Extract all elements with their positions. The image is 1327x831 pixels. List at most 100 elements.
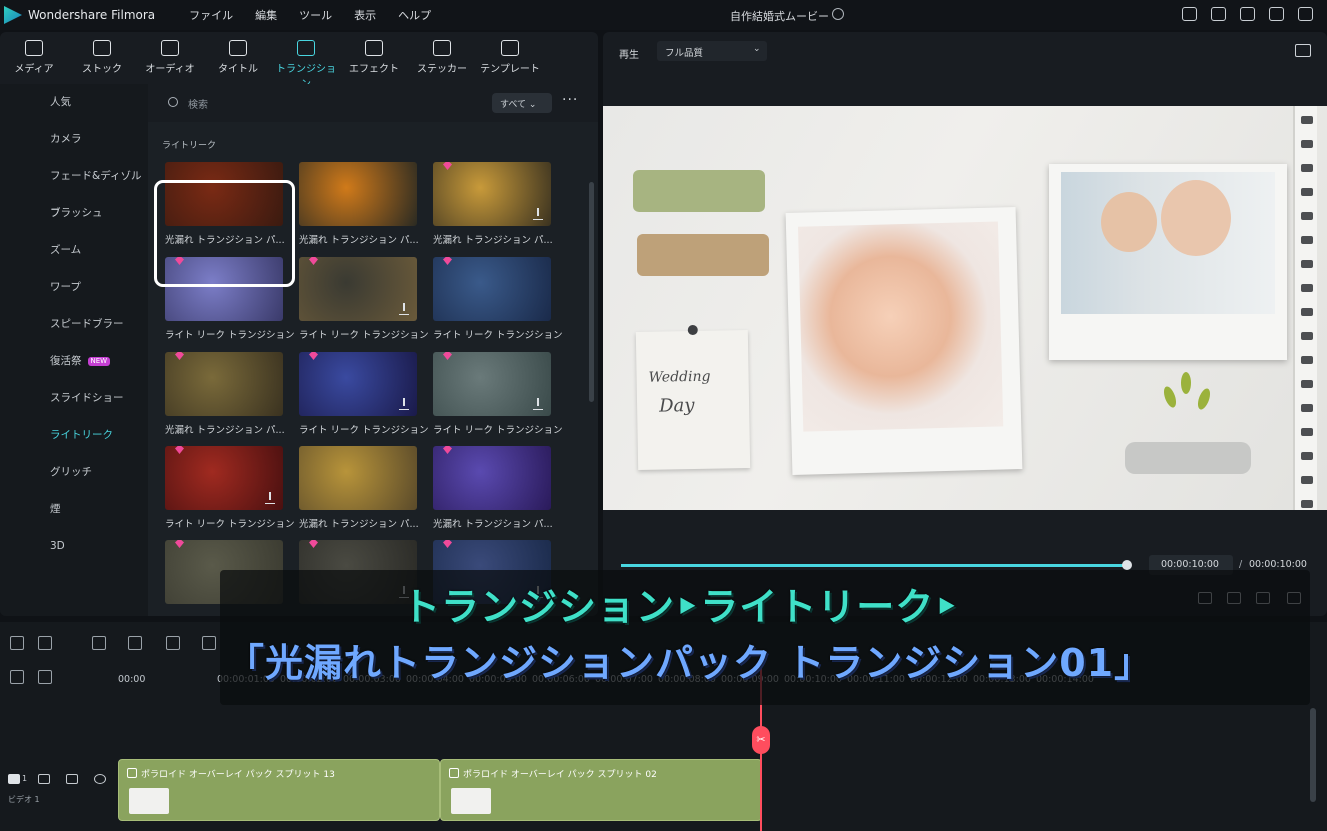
save-icon[interactable] <box>1211 7 1226 21</box>
filmora-logo-icon <box>4 6 22 24</box>
library-scrollbar[interactable] <box>589 182 594 402</box>
audio-icon[interactable] <box>66 774 78 784</box>
selected-thumbnail-highlight <box>154 180 295 287</box>
text-icon <box>229 40 247 56</box>
tag-text-wedding: Wedding <box>648 368 711 386</box>
media-icon <box>25 40 43 56</box>
tab-sticker[interactable]: ステッカー <box>408 32 476 84</box>
transition-thumbnail[interactable] <box>299 446 417 510</box>
transition-thumbnail[interactable] <box>433 257 551 321</box>
category-item[interactable]: フェード&ディゾルブ <box>0 158 148 219</box>
layout-grid-icon[interactable] <box>10 636 24 650</box>
tab-stock[interactable]: ストック <box>68 32 136 84</box>
split-scissors-icon[interactable]: ✂ <box>752 726 770 754</box>
tab-effect[interactable]: エフェクト <box>340 32 408 84</box>
undo-icon[interactable] <box>92 636 106 650</box>
snapshot-icon[interactable] <box>1295 44 1311 57</box>
thumbnail-label: 光漏れ トランジション パ... <box>165 425 285 436</box>
download-icon[interactable] <box>265 492 275 504</box>
category-item[interactable]: フラッシュ <box>0 195 148 232</box>
add-track-icon[interactable] <box>10 670 24 684</box>
transition-thumbnail[interactable] <box>299 162 417 226</box>
menu-help[interactable]: ヘルプ <box>398 7 431 23</box>
link-icon[interactable] <box>38 670 52 684</box>
template-icon <box>501 40 519 56</box>
redo-icon[interactable] <box>128 636 142 650</box>
plant-leaf <box>1195 386 1213 412</box>
category-item[interactable]: スライドショー <box>0 380 148 417</box>
clip-type-icon <box>127 768 137 778</box>
category-item[interactable]: 人気 <box>0 84 148 121</box>
category-item[interactable]: 3D <box>0 528 148 565</box>
premium-gem-icon <box>175 540 184 548</box>
sticker-icon <box>433 40 451 56</box>
premium-gem-icon <box>175 446 184 454</box>
library-panel: メディア ストック オーディオ タイトル トランジション エフェクト ステッカー… <box>0 32 598 616</box>
search-input[interactable]: 検索 <box>188 96 208 111</box>
video-track-header: 1 ビデオ 1 <box>0 752 116 822</box>
family-polaroid <box>1049 164 1287 360</box>
clip-title: ポラロイド オーバーレイ パック スプリット 02 <box>463 770 657 780</box>
menu-file[interactable]: ファイル <box>189 7 233 23</box>
headset-icon[interactable] <box>1269 7 1284 21</box>
eye-icon[interactable] <box>94 774 106 784</box>
transition-thumbnail[interactable] <box>299 257 417 321</box>
child-figure <box>1101 192 1157 252</box>
tab-audio[interactable]: オーディオ <box>136 32 204 84</box>
menu-view[interactable]: 表示 <box>354 7 376 23</box>
category-item[interactable]: スピードブラー <box>0 306 148 343</box>
timeline-scrollbar[interactable] <box>1310 708 1316 802</box>
playback-knob[interactable] <box>1122 560 1132 570</box>
timeline-clip[interactable]: ポラロイド オーバーレイ パック スプリット 13 <box>118 759 440 821</box>
transition-thumbnail[interactable] <box>433 446 551 510</box>
transition-thumbnail[interactable] <box>433 352 551 416</box>
download-icon[interactable] <box>533 208 543 220</box>
quality-dropdown[interactable]: フル品質 <box>657 41 767 61</box>
grid-icon[interactable] <box>1298 7 1313 21</box>
transition-thumbnail[interactable] <box>165 446 283 510</box>
category-item[interactable]: 煙 <box>0 491 148 528</box>
media-tabs: メディア ストック オーディオ タイトル トランジション エフェクト ステッカー… <box>0 32 598 90</box>
menu-tools[interactable]: ツール <box>299 7 332 23</box>
transition-thumbnail[interactable] <box>299 352 417 416</box>
premium-gem-icon <box>443 446 452 454</box>
thumbnail-label: ライト リーク トランジション... <box>433 425 563 436</box>
transition-thumbnail[interactable] <box>165 352 283 416</box>
more-options-icon[interactable]: ··· <box>562 92 578 108</box>
category-item[interactable]: 復活祭 NEW <box>0 343 148 380</box>
transition-icon <box>297 40 315 56</box>
clip-title: ポラロイド オーバーレイ パック スプリット 13 <box>141 770 335 780</box>
category-item[interactable]: ズーム <box>0 232 148 269</box>
select-tool-icon[interactable] <box>38 636 52 650</box>
film-strip <box>1293 106 1317 510</box>
menu-edit[interactable]: 編集 <box>255 7 277 23</box>
playback-progress-bar[interactable] <box>621 564 1126 567</box>
thumbnail-label: ライト リーク トランジション... <box>299 425 429 436</box>
folder-icon[interactable] <box>38 774 50 784</box>
layout-icon[interactable] <box>1182 7 1197 21</box>
premium-gem-icon <box>175 352 184 360</box>
sparkle-icon <box>365 40 383 56</box>
caption-line-2: 「光漏れトランジションパック トランジション01」 <box>226 641 1154 685</box>
tab-media[interactable]: メディア <box>0 32 68 84</box>
thumbnail-label: ライト リーク トランジション... <box>299 330 429 341</box>
timeline-clip[interactable]: ポラロイド オーバーレイ パック スプリット 02 <box>440 759 762 821</box>
category-item-active[interactable]: ライトリーク <box>0 417 148 454</box>
tab-transition[interactable]: トランジション <box>272 32 340 90</box>
scissors-icon[interactable] <box>202 636 216 650</box>
filter-dropdown[interactable]: すべて ⌄ <box>492 93 552 113</box>
category-item[interactable]: カメラ <box>0 121 148 158</box>
tab-title[interactable]: タイトル <box>204 32 272 84</box>
thumbnail-label: ライト リーク トランジション... <box>165 330 295 341</box>
total-timecode: 00:00:10:00 <box>1249 559 1307 570</box>
category-item[interactable]: グリッチ <box>0 454 148 491</box>
category-item[interactable]: ワープ <box>0 269 148 306</box>
transition-thumbnail[interactable] <box>433 162 551 226</box>
download-icon[interactable] <box>399 303 409 315</box>
download-icon[interactable] <box>533 398 543 410</box>
tab-template[interactable]: テンプレート <box>476 32 544 84</box>
download-icon[interactable] <box>399 398 409 410</box>
cloud-icon[interactable] <box>1240 7 1255 21</box>
delete-icon[interactable] <box>166 636 180 650</box>
player-panel: 再生 フル品質 ⌄ Wedding Day 00:00:10:00 / 00:0… <box>603 32 1327 616</box>
